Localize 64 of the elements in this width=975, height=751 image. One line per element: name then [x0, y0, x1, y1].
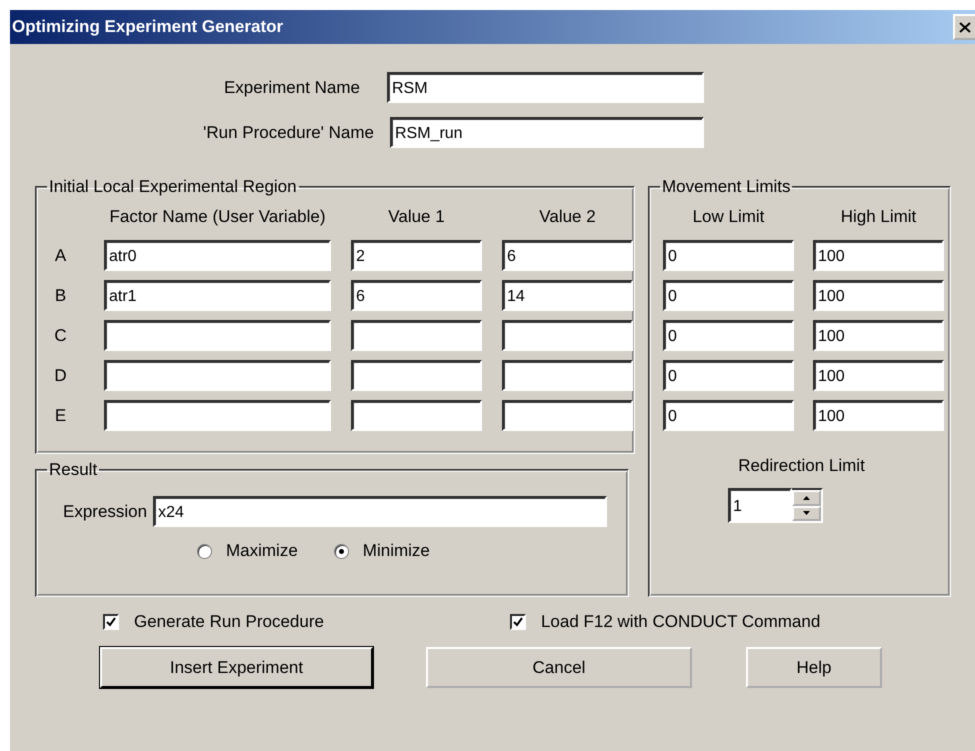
- spin-down-button[interactable]: [792, 506, 821, 521]
- row-label: D: [53, 366, 68, 386]
- spin-up-button[interactable]: [792, 490, 821, 506]
- up-arrow-icon: [803, 496, 810, 500]
- field-label: 'Run Procedure' Name: [202, 122, 374, 142]
- text-field[interactable]: [502, 320, 633, 351]
- text-field[interactable]: 0: [663, 280, 794, 311]
- column-header: Value 1: [387, 207, 446, 228]
- row-label: C: [53, 326, 68, 346]
- text-field[interactable]: RSM: [387, 72, 704, 103]
- close-icon: [959, 22, 971, 32]
- window-title: Optimizing Experiment Generator: [12, 17, 284, 37]
- column-header: Factor Name (User Variable): [108, 207, 327, 228]
- dialog-button[interactable]: Insert Experiment: [100, 647, 373, 688]
- number-field[interactable]: 1: [728, 488, 792, 523]
- text-field[interactable]: 100: [813, 320, 944, 351]
- text-field[interactable]: [104, 400, 331, 431]
- text-field[interactable]: [502, 400, 633, 431]
- text-field[interactable]: 0: [663, 400, 794, 431]
- text-field[interactable]: 100: [813, 400, 944, 431]
- dialog-button[interactable]: Help: [746, 647, 882, 688]
- text-field[interactable]: 0: [663, 360, 794, 391]
- down-arrow-icon: [803, 511, 810, 516]
- text-field[interactable]: [104, 320, 331, 351]
- row-label: B: [54, 286, 68, 306]
- text-field[interactable]: [351, 400, 482, 431]
- radio-button[interactable]: [197, 544, 212, 558]
- column-header: High Limit: [840, 207, 918, 228]
- text-field[interactable]: 0: [663, 320, 794, 351]
- group-title: Result: [48, 460, 98, 480]
- radio-label: Minimize: [362, 541, 430, 561]
- checkbox-label: Generate Run Procedure: [134, 612, 324, 632]
- close-button[interactable]: [953, 14, 975, 40]
- group-title: Initial Local Experimental Region: [48, 177, 298, 197]
- checkbox-label: Load F12 with CONDUCT Command: [540, 612, 820, 632]
- text-field[interactable]: 14: [502, 280, 633, 311]
- text-field[interactable]: 2: [351, 240, 482, 271]
- row-label: A: [54, 246, 68, 266]
- text-field[interactable]: [351, 320, 482, 351]
- text-field[interactable]: 0: [663, 240, 794, 271]
- radio-button[interactable]: [334, 544, 349, 558]
- field-label: Redirection Limit: [737, 456, 866, 476]
- dialog-button[interactable]: Cancel: [426, 647, 692, 688]
- column-header: Low Limit: [692, 207, 766, 228]
- text-field[interactable]: 6: [351, 280, 482, 311]
- row-label: E: [54, 406, 68, 426]
- checkbox[interactable]: [510, 614, 526, 630]
- checkbox[interactable]: [103, 614, 119, 630]
- text-field[interactable]: [351, 360, 482, 391]
- text-field[interactable]: [502, 360, 633, 391]
- column-header: Value 2: [538, 207, 597, 228]
- text-field[interactable]: 100: [813, 240, 944, 271]
- group-title: Movement Limits: [661, 177, 792, 197]
- radio-label: Maximize: [226, 541, 298, 561]
- text-field[interactable]: 6: [502, 240, 633, 271]
- text-field[interactable]: [104, 360, 331, 391]
- text-field[interactable]: atr0: [104, 240, 331, 271]
- field-label: Experiment Name: [222, 78, 360, 98]
- text-field[interactable]: atr1: [104, 280, 331, 311]
- field-label: Expression: [63, 502, 148, 522]
- text-field[interactable]: RSM_run: [390, 117, 704, 148]
- text-field[interactable]: 100: [813, 280, 944, 311]
- text-field[interactable]: 100: [813, 360, 944, 391]
- text-field[interactable]: x24: [153, 496, 608, 527]
